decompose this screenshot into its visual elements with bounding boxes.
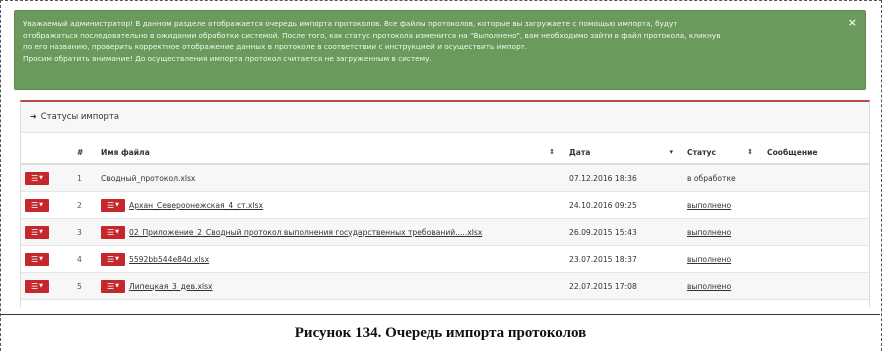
import-status-panel: ➜ Статусы импорта # Имя файла ⇕ Дата ▾ С… bbox=[20, 100, 870, 307]
row-actions-cell: ☰ ▼ bbox=[21, 245, 73, 273]
caret-down-icon: ▼ bbox=[39, 255, 44, 262]
menu-icon: ☰ bbox=[30, 200, 39, 210]
row-date: 24.10.2016 09:25 bbox=[565, 191, 683, 219]
row-file: Сводный_протокол.xlsx bbox=[97, 164, 565, 192]
row-status-cell: выполнено bbox=[683, 272, 763, 300]
status-link[interactable]: выполнено bbox=[687, 228, 731, 237]
row-message bbox=[763, 218, 869, 246]
panel-title: Статусы импорта bbox=[40, 112, 120, 122]
row-status: в обработке bbox=[683, 164, 763, 192]
alert-line: по его названию, проверить корректное от… bbox=[23, 42, 528, 51]
row-message bbox=[763, 191, 869, 219]
row-message bbox=[763, 272, 869, 300]
row-menu-button[interactable]: ☰ ▼ bbox=[25, 198, 49, 212]
row-actions-cell: ☰ ▼ bbox=[21, 218, 73, 246]
file-link[interactable]: Липецкая_3_дев.xlsx bbox=[129, 282, 213, 291]
status-link[interactable]: выполнено bbox=[687, 201, 731, 210]
panel-heading: ➜ Статусы импорта bbox=[21, 102, 869, 133]
row-num: 5 bbox=[73, 272, 97, 300]
menu-icon: ☰ bbox=[106, 200, 115, 210]
file-link[interactable]: 5592bb544e84d.xlsx bbox=[129, 255, 209, 264]
info-alert: Уважаемый администратор! В данном раздел… bbox=[14, 10, 866, 90]
close-icon[interactable]: × bbox=[848, 17, 857, 29]
menu-icon: ☰ bbox=[106, 281, 115, 291]
alert-line: Просим обратить внимание! До осуществлен… bbox=[23, 53, 432, 63]
table-row: ☰ ▼ 3 ☰ ▼ 02_Приложение_2_Сводный протокол … bbox=[21, 218, 869, 246]
row-actions-cell: ☰ ▼ bbox=[21, 191, 73, 219]
file-header-label: Имя файла bbox=[101, 147, 150, 157]
row-num: 3 bbox=[73, 218, 97, 246]
file-menu-button[interactable]: ☰ ▼ bbox=[101, 225, 125, 239]
actions-column-header bbox=[21, 141, 73, 165]
menu-icon: ☰ bbox=[30, 254, 39, 264]
menu-icon: ☰ bbox=[30, 227, 39, 237]
menu-icon: ☰ bbox=[30, 173, 39, 183]
file-link[interactable]: Архан_Североонежская_4_ст.xlsx bbox=[129, 201, 263, 210]
caret-down-icon: ▼ bbox=[39, 201, 44, 208]
file-menu-button[interactable]: ☰ ▼ bbox=[101, 252, 125, 266]
caret-down-icon: ▼ bbox=[39, 282, 44, 289]
row-actions-cell: ☰ ▼ bbox=[21, 164, 73, 192]
row-file-cell: ☰ ▼ Липецкая_3_дев.xlsx bbox=[97, 272, 565, 300]
row-status-cell: выполнено bbox=[683, 218, 763, 246]
row-date: 22.07.2015 17:08 bbox=[565, 272, 683, 300]
caret-down-icon: ▼ bbox=[115, 255, 120, 262]
row-menu-button[interactable]: ☰ ▼ bbox=[25, 279, 49, 293]
menu-icon: ☰ bbox=[30, 281, 39, 291]
date-header-label: Дата bbox=[569, 147, 591, 157]
row-file-cell: ☰ ▼ Архан_Североонежская_4_ст.xlsx bbox=[97, 191, 565, 219]
alert-line: отображаться последовательно в ожидании … bbox=[23, 30, 721, 40]
figure-caption: Рисунок 134. Очередь импорта протоколов bbox=[1, 314, 880, 351]
row-message bbox=[763, 245, 869, 273]
status-link[interactable]: выполнено bbox=[687, 255, 731, 264]
file-menu-button[interactable]: ☰ ▼ bbox=[101, 279, 125, 293]
caret-down-icon: ▼ bbox=[39, 174, 44, 181]
sort-icon[interactable]: ⇕ bbox=[747, 148, 753, 156]
table-row: ☰ ▼ 4 ☰ ▼ 5592bb544e84d.xlsx 23.07.2015 18:… bbox=[21, 245, 869, 273]
row-menu-button[interactable]: ☰ ▼ bbox=[25, 171, 49, 185]
status-column-header[interactable]: Статус ⇕ bbox=[683, 141, 763, 165]
row-date: 07.12.2016 18:36 bbox=[565, 164, 683, 192]
row-file-cell: ☰ ▼ 5592bb544e84d.xlsx bbox=[97, 245, 565, 273]
row-menu-button[interactable]: ☰ ▼ bbox=[25, 225, 49, 239]
menu-icon: ☰ bbox=[106, 227, 115, 237]
caret-down-icon: ▼ bbox=[115, 228, 120, 235]
imports-table: # Имя файла ⇕ Дата ▾ Статус ⇕ Сообщение bbox=[21, 141, 869, 300]
row-num: 4 bbox=[73, 245, 97, 273]
row-date: 26.09.2015 15:43 bbox=[565, 218, 683, 246]
row-num: 1 bbox=[73, 164, 97, 192]
table-header-row: # Имя файла ⇕ Дата ▾ Статус ⇕ Сообщение bbox=[21, 141, 869, 165]
sort-desc-icon[interactable]: ▾ bbox=[669, 148, 673, 156]
date-column-header[interactable]: Дата ▾ bbox=[565, 141, 683, 165]
row-menu-button[interactable]: ☰ ▼ bbox=[25, 252, 49, 266]
row-date: 23.07.2015 18:37 bbox=[565, 245, 683, 273]
sign-in-icon: ➜ bbox=[30, 112, 37, 121]
file-menu-button[interactable]: ☰ ▼ bbox=[101, 198, 125, 212]
caret-down-icon: ▼ bbox=[115, 201, 120, 208]
file-column-header[interactable]: Имя файла ⇕ bbox=[97, 141, 565, 165]
caret-down-icon: ▼ bbox=[39, 228, 44, 235]
caret-down-icon: ▼ bbox=[115, 282, 120, 289]
menu-icon: ☰ bbox=[106, 254, 115, 264]
alert-line: Уважаемый администратор! В данном раздел… bbox=[23, 19, 678, 28]
sort-icon[interactable]: ⇕ bbox=[549, 148, 555, 156]
message-column-header: Сообщение bbox=[763, 141, 869, 165]
num-column-header: # bbox=[73, 141, 97, 165]
table-row: ☰ ▼ 1 Сводный_протокол.xlsx 07.12.2016 18… bbox=[21, 164, 869, 192]
row-message bbox=[763, 164, 869, 192]
status-header-label: Статус bbox=[687, 147, 716, 157]
row-status-cell: выполнено bbox=[683, 191, 763, 219]
status-link[interactable]: выполнено bbox=[687, 282, 731, 291]
row-actions-cell: ☰ ▼ bbox=[21, 272, 73, 300]
screenshot-area: Уважаемый администратор! В данном раздел… bbox=[14, 10, 872, 307]
file-link[interactable]: 02_Приложение_2_Сводный протокол выполне… bbox=[129, 228, 482, 237]
table-row: ☰ ▼ 5 ☰ ▼ Липецкая_3_дев.xlsx 22.07.2015 17… bbox=[21, 272, 869, 300]
table-row: ☰ ▼ 2 ☰ ▼ Архан_Североонежская_4_ст.xlsx 24… bbox=[21, 191, 869, 219]
row-num: 2 bbox=[73, 191, 97, 219]
row-status-cell: выполнено bbox=[683, 245, 763, 273]
row-file-cell: ☰ ▼ 02_Приложение_2_Сводный протокол выпол… bbox=[97, 218, 565, 246]
